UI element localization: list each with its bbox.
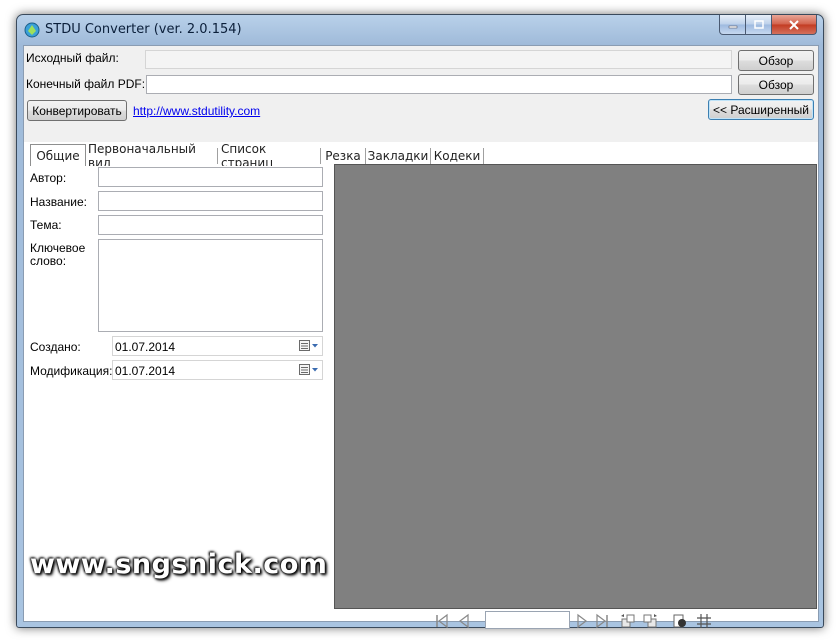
keywords-textarea[interactable] (98, 239, 323, 332)
browse-dest-button[interactable]: Обзор (738, 74, 814, 95)
keywords-label-line2: слово: (30, 254, 67, 268)
minimize-icon (728, 25, 737, 28)
modified-date-picker[interactable]: 01.07.2014 (112, 360, 323, 380)
calendar-icon[interactable] (299, 340, 319, 352)
tab-separator (320, 148, 321, 164)
tab-separator (365, 148, 366, 164)
tab-separator (430, 148, 431, 164)
tab-crop[interactable]: Резка (323, 146, 363, 166)
page-navigation (434, 611, 734, 631)
created-date-picker[interactable]: 01.07.2014 (112, 336, 323, 356)
stdu-app-icon (24, 22, 40, 38)
view-mode-icon[interactable] (672, 613, 688, 629)
app-window: STDU Converter (ver. 2.0.154) Исходный ф… (16, 14, 824, 629)
maximize-button[interactable] (746, 15, 772, 35)
client-area: Исходный файл: Обзор Конечный файл PDF: … (23, 45, 819, 629)
page-number-input[interactable] (485, 611, 570, 629)
modified-label: Модификация: (30, 364, 113, 378)
tab-page-list[interactable]: Список страниц (221, 142, 317, 170)
prev-page-icon[interactable] (456, 613, 472, 629)
tab-codecs[interactable]: Кодеки (432, 146, 482, 166)
modified-date-value: 01.07.2014 (115, 364, 176, 378)
created-label: Создано: (30, 340, 81, 354)
last-page-icon[interactable] (594, 613, 610, 629)
rotate-right-icon[interactable] (642, 613, 658, 629)
keywords-label-line1: Ключевое (30, 241, 86, 255)
watermark-text: www.sngsnick.com (30, 549, 328, 580)
next-page-icon[interactable] (574, 613, 590, 629)
title-bar[interactable]: STDU Converter (ver. 2.0.154) (17, 15, 823, 45)
author-label: Автор: (30, 171, 67, 185)
rotate-left-icon[interactable] (620, 613, 636, 629)
source-file-label: Исходный файл: (26, 51, 119, 65)
title-label: Название: (30, 195, 87, 209)
tab-separator (483, 148, 484, 164)
browse-source-button[interactable]: Обзор (738, 50, 814, 71)
website-link[interactable]: http://www.stdutility.com (133, 104, 260, 118)
tab-separator (217, 148, 218, 164)
calendar-icon[interactable] (299, 364, 319, 376)
maximize-icon (753, 19, 764, 29)
author-input[interactable] (98, 167, 323, 187)
subject-input[interactable] (98, 215, 323, 235)
dest-file-input[interactable] (146, 75, 732, 94)
caption-buttons (719, 15, 817, 35)
subject-label: Тема: (30, 218, 62, 232)
source-file-input[interactable] (145, 50, 732, 69)
minimize-button[interactable] (719, 15, 746, 35)
convert-button[interactable]: Конвертировать (27, 100, 127, 121)
title-input[interactable] (98, 191, 323, 211)
grid-icon[interactable] (696, 613, 712, 629)
window-title: STDU Converter (ver. 2.0.154) (45, 22, 242, 37)
tab-bookmarks[interactable]: Закладки (367, 146, 429, 166)
advanced-button[interactable]: << Расширенный (708, 99, 814, 120)
close-button[interactable] (772, 15, 817, 35)
first-page-icon[interactable] (434, 613, 450, 629)
tab-general[interactable]: Общие (30, 144, 86, 167)
created-date-value: 01.07.2014 (115, 340, 176, 354)
dest-file-label: Конечный файл PDF: (26, 77, 146, 91)
preview-area[interactable] (334, 164, 817, 609)
close-icon (789, 19, 799, 30)
tab-initial-view[interactable]: Первоначальный вид (88, 142, 216, 170)
